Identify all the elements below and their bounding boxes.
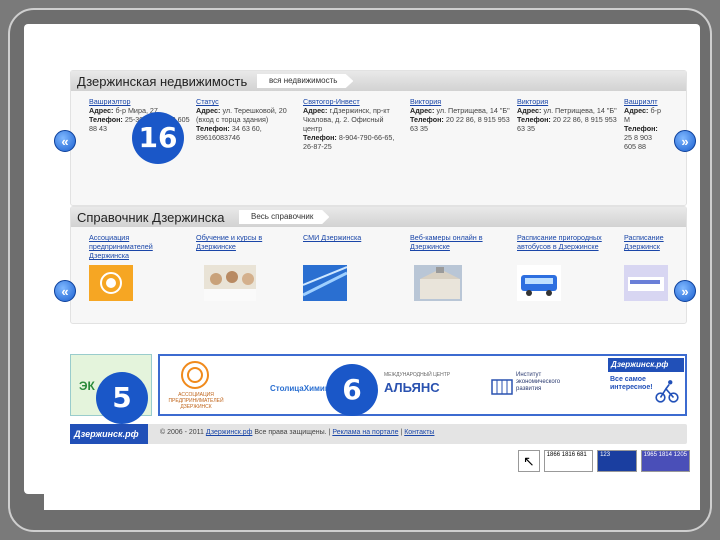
badge-6: 6 xyxy=(326,364,378,416)
directory-header: Справочник Дзержинска Весь справочник xyxy=(71,207,686,227)
counter-2[interactable]: 123 xyxy=(597,450,637,472)
phone-label: Телефон: xyxy=(303,133,337,142)
slide-content: Дзержинская недвижимость вся недвижимост… xyxy=(24,24,700,510)
directory-card-title[interactable]: Расписание Дзержинск xyxy=(624,233,670,261)
realty-card: Статус Адрес: ул. Терешковой, 20 (вход с… xyxy=(196,97,303,151)
partner-banner[interactable]: АССОЦИАЦИЯ ПРЕДПРИНИМАТЕЛЕЙ ДЗЕРЖИНСК Ст… xyxy=(158,354,687,416)
cyclist-icon xyxy=(655,380,679,403)
address-label: Адрес: xyxy=(410,106,435,115)
contacts-link[interactable]: Контакты xyxy=(404,429,434,436)
directory-section: Справочник Дзержинска Весь справочник Ас… xyxy=(70,206,687,324)
directory-card-title[interactable]: Веб-камеры онлайн в Дзержинске xyxy=(410,233,511,261)
address-label: Адрес: xyxy=(303,106,328,115)
phone-value: 25 8 903 605 88 xyxy=(624,133,652,151)
promo-site-text: Дзержинск.рф xyxy=(608,358,684,372)
directory-cards: Ассоциация предпринимателей Дзержинска О… xyxy=(89,233,676,306)
realty-card: Вашриэлт Адрес: б-р М Телефон: 25 8 903 … xyxy=(624,97,664,151)
bus-photo-thumb[interactable] xyxy=(517,265,561,301)
phone-label: Телефон: xyxy=(410,115,444,124)
directory-card: Расписание пригородных автобусов в Дзерж… xyxy=(517,233,624,306)
directory-next-arrow[interactable]: » xyxy=(674,280,696,302)
realty-next-arrow[interactable]: » xyxy=(674,130,696,152)
rights-text: Все права защищены. | xyxy=(252,429,333,436)
realty-card-title[interactable]: Виктория xyxy=(517,97,618,106)
ads-link[interactable]: Реклама на портале xyxy=(332,429,398,436)
counters: ↖ 1866 1816 681 123 1965 1814 1205 xyxy=(518,450,690,472)
directory-card: Обучение и курсы в Дзержинске xyxy=(196,233,303,306)
realty-card-title[interactable]: Вашриэлтор xyxy=(89,97,190,106)
institute-banner-text: Институт экономического развития xyxy=(516,372,561,392)
directory-title: Справочник Дзержинска xyxy=(77,210,225,225)
left-banner-text: ЭК xyxy=(79,379,95,393)
realty-card: Святогор-Инвест Адрес: г.Дзержинск, пр-к… xyxy=(303,97,410,151)
badge-5: 5 xyxy=(96,372,148,424)
institute-logo-icon xyxy=(491,379,513,395)
media-photo-thumb[interactable] xyxy=(302,265,348,301)
all-directory-link[interactable]: Весь справочник xyxy=(239,210,330,224)
train-photo-thumb[interactable] xyxy=(624,265,668,301)
alliance-small-text: МЕЖДУНАРОДНЫЙ ЦЕНТР xyxy=(384,372,451,378)
cursor-icon: ↖ xyxy=(518,450,540,472)
realty-card-title[interactable]: Виктория xyxy=(410,97,511,106)
phone-label: Телефон: xyxy=(624,124,658,133)
counter-3[interactable]: 1965 1814 1205 xyxy=(640,450,690,472)
footer-text: © 2006 - 2011 Дзержинск.рф Все права защ… xyxy=(160,429,434,436)
realty-card-title[interactable]: Статус xyxy=(196,97,297,106)
association-banner-text: АССОЦИАЦИЯ ПРЕДПРИНИМАТЕЛЕЙ ДЗЕРЖИНСК xyxy=(168,392,224,410)
realty-header: Дзержинская недвижимость вся недвижимост… xyxy=(71,71,686,91)
address-value: ул. Петрищева, 14 "Б" xyxy=(543,106,617,115)
directory-card: Веб-камеры онлайн в Дзержинске xyxy=(410,233,517,306)
directory-card-title[interactable]: Ассоциация предпринимателей Дзержинска xyxy=(89,233,190,261)
promo-text: Все самое интересное! xyxy=(610,376,653,391)
footer: Дзержинск.рф © 2006 - 2011 Дзержинск.рф … xyxy=(70,424,687,444)
phone-label: Телефон: xyxy=(196,124,230,133)
slide-frame: Дзержинская недвижимость вся недвижимост… xyxy=(8,8,712,532)
directory-prev-arrow[interactable]: « xyxy=(54,280,76,302)
address-label: Адрес: xyxy=(517,106,542,115)
building-photo-thumb[interactable] xyxy=(410,265,466,301)
realty-card-title[interactable]: Святогор-Инвест xyxy=(303,97,404,106)
address-label: Адрес: xyxy=(624,106,649,115)
realty-card: Виктория Адрес: ул. Петрищева, 14 "Б" Те… xyxy=(410,97,517,151)
footer-site-link[interactable]: Дзержинск.рф xyxy=(206,429,253,436)
realty-card: Виктория Адрес: ул. Петрищева, 14 "Б" Те… xyxy=(517,97,624,151)
realty-title: Дзержинская недвижимость xyxy=(77,74,248,89)
association-logo-thumb[interactable] xyxy=(89,265,133,301)
directory-card-title[interactable]: Расписание пригородных автобусов в Дзерж… xyxy=(517,233,618,261)
badge-16: 16 xyxy=(132,112,184,164)
realty-card-title[interactable]: Вашриэлт xyxy=(624,97,664,106)
directory-card: СМИ Дзержинска xyxy=(302,233,410,306)
directory-card-title[interactable]: СМИ Дзержинска xyxy=(303,233,404,261)
all-realty-link[interactable]: вся недвижимость xyxy=(257,74,354,88)
alliance-banner-text: АЛЬЯНС xyxy=(384,380,440,395)
copyright-text: © 2006 - 2011 xyxy=(160,429,206,436)
footer-logo[interactable]: Дзержинск.рф xyxy=(70,424,148,444)
address-value: ул. Петрищева, 14 "Б" xyxy=(436,106,510,115)
directory-card: Ассоциация предпринимателей Дзержинска xyxy=(89,233,196,306)
directory-card: Расписание Дзержинск xyxy=(624,233,670,306)
phone-label: Телефон: xyxy=(89,115,123,124)
phone-label: Телефон: xyxy=(517,115,551,124)
association-logo-icon xyxy=(181,361,209,389)
realty-prev-arrow[interactable]: « xyxy=(54,130,76,152)
address-label: Адрес: xyxy=(196,106,221,115)
counter-1[interactable]: 1866 1816 681 xyxy=(543,450,594,472)
people-photo-thumb[interactable] xyxy=(196,265,264,301)
address-label: Адрес: xyxy=(89,106,114,115)
directory-card-title[interactable]: Обучение и курсы в Дзержинске xyxy=(196,233,297,261)
banner-row: ЭК АССОЦИАЦИЯ ПРЕДПРИНИМАТЕЛЕЙ ДЗЕРЖИНСК… xyxy=(70,354,687,416)
